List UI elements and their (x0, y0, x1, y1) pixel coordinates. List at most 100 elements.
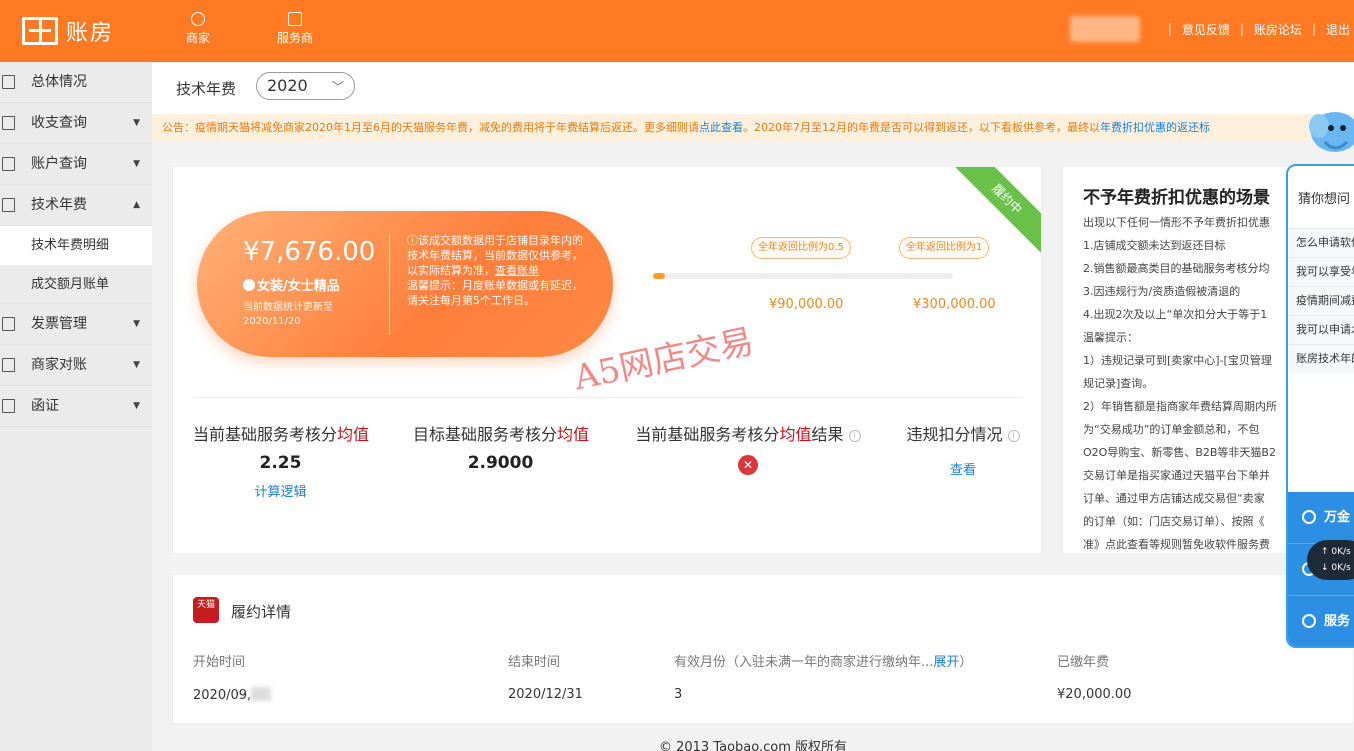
metric-label: 当前基础服务考核分均值 (193, 425, 370, 444)
year-select[interactable]: 2020 ﹀ (256, 72, 355, 100)
paid-fee: ¥20,000.00 (1057, 687, 1132, 702)
info-icon: ⓘ (407, 234, 418, 247)
notice-link-details[interactable]: 点此查看 (699, 121, 743, 134)
metric-violation: 违规扣分情况 i 查看 (903, 421, 1023, 478)
clock-icon (1302, 614, 1316, 628)
nav-tab-merchant[interactable]: 商家 (168, 12, 228, 46)
page-title: 技术年费 (176, 80, 237, 98)
milestone-value-1: ¥90,000.00 (769, 297, 844, 312)
sidebar-item-confirmation[interactable]: 函证 ▼ (0, 386, 152, 427)
sidebar-item-label: 发票管理 (31, 316, 87, 332)
table-icon (2, 198, 15, 212)
calc-logic-link[interactable]: 计算逻辑 (193, 481, 368, 500)
notice-text: 公告：疫情期天猫将减免商家2020年1月至6月的天猫服务年费，减免的费用将于年费… (162, 121, 699, 134)
metric-label: 当前基础服务考核分均值结果 i (633, 421, 863, 445)
view-bill-link[interactable]: 查看账单 (495, 264, 539, 277)
stack-icon (2, 358, 15, 372)
sidebar-item-income[interactable]: 收支查询 ▼ (0, 103, 152, 144)
assistant-heading: 猜你想问 (1288, 166, 1354, 228)
caret-up-icon: ▲ (133, 200, 140, 210)
yen-icon (2, 75, 15, 89)
sidebar-subitem-monthly-bill[interactable]: 成交额月账单 (0, 265, 152, 304)
sales-amount: ¥7,676.00 (243, 237, 376, 267)
column-header-end: 结束时间 (508, 655, 561, 670)
column-header-paid: 已缴年费 (1057, 655, 1110, 670)
logo[interactable]: 账房 (22, 14, 114, 48)
user-name-blurred (1069, 16, 1140, 42)
notice-link-return-standard[interactable]: 年费折扣优惠的返还标 (1100, 121, 1210, 134)
caret-down-icon: ▼ (133, 401, 140, 411)
assistant-question[interactable]: 怎么申请软件技术年费发 (1288, 228, 1354, 257)
amount-panel: ¥7,676.00 女装/女士精品 当前数据统计更新至 2020/11/20 ⓘ… (197, 211, 613, 357)
info-icon[interactable]: i (848, 430, 861, 442)
elephant-mascot-icon[interactable] (1305, 102, 1354, 162)
update-label: 当前数据统计更新至 (243, 302, 333, 313)
download-speed: ↓ 0K/s (1321, 563, 1351, 573)
sidebar-item-reconcile[interactable]: 商家对账 ▼ (0, 345, 152, 386)
caret-down-icon: ▼ (133, 159, 140, 169)
sidebar-item-account[interactable]: 账户查询 ▼ (0, 144, 152, 185)
category-label: 女装/女士精品 (257, 279, 340, 294)
scenario-title: 不予年费折扣优惠的场景 (1083, 188, 1270, 208)
metric-target-score: 目标基础服务考核分均值 2.9000 (413, 421, 590, 473)
upload-speed: ↑ 0K/s (1321, 547, 1351, 557)
sidebar: 总体情况 收支查询 ▼ 账户查询 ▼ 技术年费 ▲ 技术年费明细 成交额月账单 … (0, 62, 152, 751)
metric-label: 目标基础服务考核分均值 (413, 425, 590, 444)
bell-icon (1302, 510, 1316, 524)
metric-value: 2.9000 (467, 453, 534, 473)
milestone-tag-2: 全年返回比例为1 (899, 237, 990, 259)
progress-track (653, 273, 953, 279)
assistant-question[interactable]: 我可以享受年的年费减✓减免费详 (1288, 257, 1354, 286)
grid-icon (288, 12, 302, 26)
footer-copyright: © 2013 Taobao.com 版权所有 (658, 740, 848, 751)
caret-down-icon: ▼ (133, 360, 140, 370)
info-icon[interactable]: i (1007, 430, 1020, 442)
year-select-value: 2020 (267, 76, 308, 95)
assistant-question[interactable]: 疫情期间减费是如何进及结算的？ (1288, 286, 1354, 315)
assistant-question[interactable]: 账房技术年的当前成交计算？ (1288, 344, 1354, 373)
detail-title: 履约详情 (231, 603, 292, 621)
assistant-question[interactable]: 我可以申请术年费收据 (1288, 315, 1354, 344)
metric-score-result: 当前基础服务考核分均值结果 i ✕ (633, 421, 863, 475)
update-date: 2020/11/20 (243, 316, 301, 327)
assistant-action-service[interactable]: 服务 (1288, 596, 1354, 646)
sidebar-item-tech-fee[interactable]: 技术年费 ▲ (0, 185, 152, 226)
sidebar-item-invoice[interactable]: 发票管理 ▼ (0, 304, 152, 345)
nav-tab-label: 商家 (185, 31, 210, 45)
sidebar-item-label: 账户查询 (31, 156, 87, 172)
nav-tab-provider[interactable]: 服务商 (265, 12, 325, 46)
logout-link[interactable]: 退出 (1326, 21, 1350, 38)
main-content: 技术年费 2020 ﹀ 公告：疫情期天猫将减免商家2020年1月至6月的天猫服务… (152, 62, 1354, 751)
forum-link[interactable]: 账房论坛 (1254, 21, 1302, 38)
fail-icon: ✕ (738, 455, 758, 475)
divider (389, 233, 390, 335)
sidebar-item-overview[interactable]: 总体情况 (0, 62, 152, 103)
milestone-tag-1: 全年返回比例为0.5 (751, 237, 851, 259)
page-header: 技术年费 2020 ﹀ (152, 62, 1354, 114)
milestone-value-2: ¥300,000.00 (913, 297, 996, 312)
abacus-icon (22, 17, 58, 45)
caret-down-icon: ▼ (133, 319, 140, 329)
sidebar-subitem-tech-fee-detail[interactable]: 技术年费明细 (0, 226, 152, 265)
metric-value: 2.25 (259, 453, 302, 473)
top-bar: 账房 商家 服务商 | 意见反馈 | 账房论坛 | 退出 (0, 0, 1354, 62)
stack-icon (2, 399, 15, 413)
column-header-months: 有效月份（入驻未满一年的商家进行缴纳年...展开） (674, 655, 973, 670)
chevron-down-icon: ﹀ (331, 80, 344, 94)
plus-doc-icon (2, 116, 15, 130)
fulfillment-detail-card: 天猫 履约详情 开始时间 结束时间 有效月份（入驻未满一年的商家进行缴纳年...… (172, 574, 1354, 724)
caret-down-icon: ▼ (133, 118, 140, 128)
tmall-logo: 天猫 (193, 597, 219, 623)
notice-banner: 公告：疫情期天猫将减免商家2020年1月至6月的天猫服务年费，减免的费用将于年费… (152, 114, 1354, 141)
expand-link[interactable]: 展开 (933, 655, 959, 670)
sidebar-item-label: 总体情况 (31, 74, 87, 90)
assistant-action-wanjin[interactable]: 万金 (1288, 492, 1354, 544)
metric-current-score: 当前基础服务考核分均值 2.25 计算逻辑 (193, 421, 370, 500)
sidebar-item-label: 收支查询 (31, 115, 87, 131)
view-violation-link[interactable]: 查看 (903, 459, 1023, 478)
user-icon (191, 12, 205, 26)
feedback-link[interactable]: 意见反馈 (1182, 21, 1230, 38)
notice-text: 。2020年7月至12月的年费是否可以得到返还，以下看板供参考，最终以 (743, 121, 1100, 134)
category-icon (243, 279, 255, 291)
metric-label: 违规扣分情况 i (903, 421, 1023, 445)
